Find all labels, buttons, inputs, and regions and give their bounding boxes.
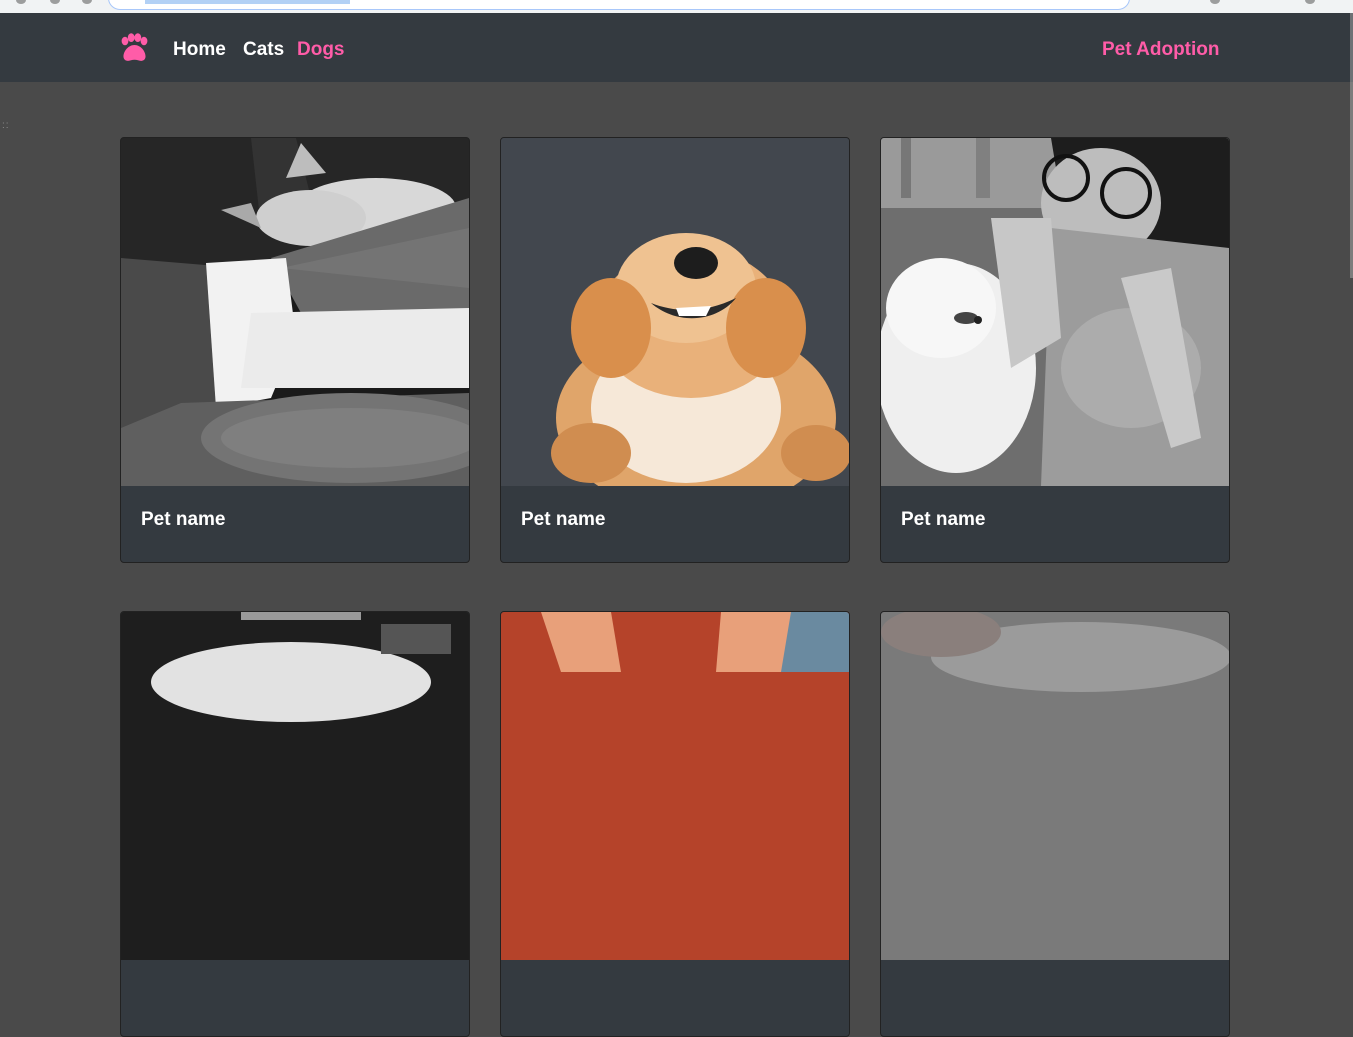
woman-holding-pomeranian-photo — [881, 138, 1229, 486]
brand-link[interactable]: Pet Adoption — [1102, 38, 1220, 62]
nav-link-home[interactable]: Home — [173, 38, 226, 62]
pet-card[interactable] — [880, 611, 1230, 1037]
pet-card[interactable]: Pet name — [500, 137, 850, 563]
pet-card[interactable]: Pet name — [120, 137, 470, 563]
pet-card[interactable] — [120, 611, 470, 1037]
dog-photo-partial — [121, 612, 469, 960]
pet-name: Pet name — [901, 509, 986, 530]
extension-icon[interactable] — [1210, 0, 1220, 4]
dog-paw-photo-partial — [881, 612, 1229, 960]
browser-toolbar — [0, 0, 1353, 13]
profile-icon[interactable] — [1305, 0, 1315, 4]
pet-name: Pet name — [141, 509, 226, 530]
paw-icon[interactable] — [118, 33, 150, 63]
forward-icon[interactable] — [50, 0, 60, 4]
nav-link-cats[interactable]: Cats — [243, 38, 284, 62]
url-selection — [145, 0, 350, 4]
golden-retriever-on-back-photo — [501, 138, 849, 486]
stray-marks: :: — [2, 120, 10, 131]
nav-link-dogs[interactable]: Dogs — [297, 38, 345, 62]
pet-card[interactable]: Pet name — [880, 137, 1230, 563]
navbar: Home Cats Dogs Pet Adoption — [0, 13, 1353, 82]
back-icon[interactable] — [16, 0, 26, 4]
pet-card[interactable] — [500, 611, 850, 1037]
reload-icon[interactable] — [82, 0, 92, 4]
dog-ears-photo-partial — [501, 612, 849, 960]
pet-name: Pet name — [521, 509, 606, 530]
sleeping-dog-on-lap-photo — [121, 138, 469, 486]
